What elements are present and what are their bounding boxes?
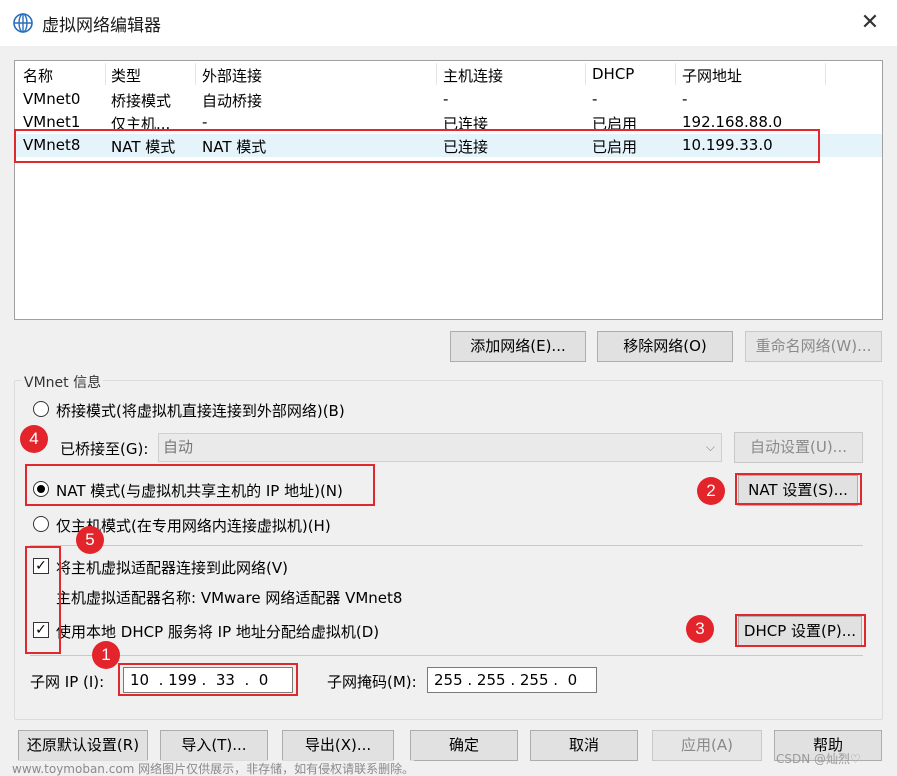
column-header-name[interactable]: 名称 [23,65,53,86]
bridged-to-label: 已桥接至(G): [60,440,149,458]
restore-defaults-button[interactable]: 还原默认设置(R) [18,730,148,761]
cell-name: VMnet0 [23,90,81,108]
subnet-mask-input[interactable]: 255 . 255 . 255 . 0 [427,667,597,693]
column-divider[interactable] [825,63,826,85]
watermark-author: CSDN @灿烈♡ [776,752,861,766]
bridge-mode-label[interactable]: 桥接模式(将虚拟机直接连接到外部网络)(B) [56,400,345,421]
column-header-dhcp[interactable]: DHCP [592,65,634,83]
annotation-box-dhcp-settings [735,614,866,647]
annotation-box-vmnet8 [14,129,820,163]
window-title: 虚拟网络编辑器 [42,16,161,36]
close-icon[interactable]: ✕ [852,8,888,38]
annotation-badge: 1 [92,641,120,669]
annotation-box-nat-mode [25,464,375,506]
add-network-button[interactable]: 添加网络(E)... [450,331,586,362]
ok-button[interactable]: 确定 [410,730,518,761]
remove-network-button[interactable]: 移除网络(O) [597,331,733,362]
bridged-to-value: 自动 [163,438,194,456]
annotation-badge: 2 [697,477,725,505]
bridge-mode-radio[interactable] [33,401,49,417]
rename-network-button[interactable]: 重命名网络(W)... [745,331,882,362]
column-header-host[interactable]: 主机连接 [443,65,503,86]
adapter-name-text: 主机虚拟适配器名称: VMware 网络适配器 VMnet8 [56,589,403,607]
annotation-badge: 4 [20,425,48,453]
annotation-box-checkboxes [25,546,61,654]
title-bar: 虚拟网络编辑器 ✕ [0,0,897,46]
bridged-to-select[interactable]: 自动 ⌵ [158,433,722,462]
column-divider[interactable] [195,63,196,85]
annotation-box-nat-settings [735,473,862,505]
annotation-badge: 5 [76,526,104,554]
column-header-type[interactable]: 类型 [111,65,141,86]
column-divider[interactable] [436,63,437,85]
list-header: 名称 类型 外部连接 主机连接 DHCP 子网地址 [15,61,882,87]
annotation-badge: 3 [686,615,714,643]
column-header-subnet[interactable]: 子网地址 [682,65,742,86]
column-divider[interactable] [585,63,586,85]
column-header-external[interactable]: 外部连接 [202,65,262,86]
use-dhcp-label[interactable]: 使用本地 DHCP 服务将 IP 地址分配给虚拟机(D) [56,621,379,642]
group-label: VMnet 信息 [22,372,104,392]
import-button[interactable]: 导入(T)... [160,730,268,761]
subnet-ip-label: 子网 IP (I): [30,673,105,691]
cell-dhcp: - [592,90,598,108]
column-divider[interactable] [675,63,676,85]
annotation-box-subnet-ip [118,663,298,696]
column-divider[interactable] [105,63,106,85]
connect-adapter-label[interactable]: 将主机虚拟适配器连接到此网络(V) [56,557,288,578]
auto-settings-button[interactable]: 自动设置(U)... [734,432,863,463]
cell-external: 自动桥接 [202,92,263,110]
divider [30,655,863,656]
apply-button[interactable]: 应用(A) [652,730,762,761]
watermark-text: www.toymoban.com 网络图片仅供展示，非存储，如有侵权请联系删除。 [12,760,415,776]
cancel-button[interactable]: 取消 [530,730,638,761]
network-list[interactable]: 名称 类型 外部连接 主机连接 DHCP 子网地址 VMnet0 桥接模式 自动… [14,60,883,320]
chevron-down-icon: ⌵ [705,440,715,454]
globe-icon [13,13,33,33]
cell-type: 桥接模式 [111,92,172,110]
host-only-radio[interactable] [33,516,49,532]
subnet-mask-label: 子网掩码(M): [327,673,417,691]
export-button[interactable]: 导出(X)... [282,730,394,761]
table-row[interactable]: VMnet0 桥接模式 自动桥接 - - - [15,88,882,111]
cell-host: - [443,90,449,108]
cell-subnet: - [682,90,688,108]
divider [30,545,863,546]
